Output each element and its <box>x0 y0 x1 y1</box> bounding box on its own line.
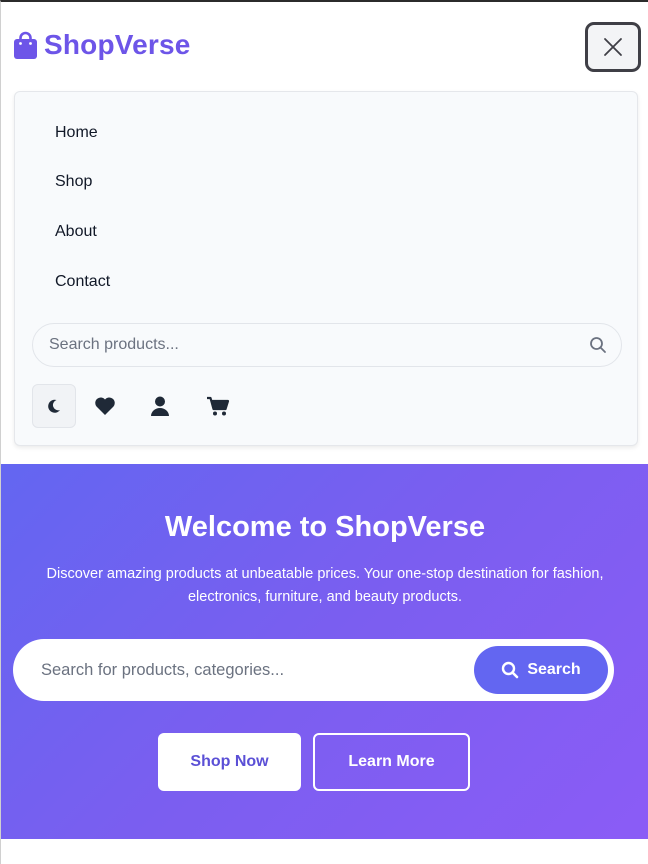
theme-toggle-button[interactable] <box>32 384 76 428</box>
hero-subtitle: Discover amazing products at unbeatable … <box>46 566 604 605</box>
close-icon <box>604 38 622 56</box>
account-button[interactable] <box>138 384 182 428</box>
hero-section: Welcome to ShopVerse Discover amazing pr… <box>1 464 648 839</box>
cart-icon <box>207 396 230 416</box>
wishlist-button[interactable] <box>83 384 127 428</box>
search-icon <box>502 661 519 679</box>
close-menu-button[interactable] <box>585 22 641 72</box>
mobile-menu: Home Shop About Contact <box>14 91 638 446</box>
menu-search <box>32 323 622 367</box>
hero-search-bar: Search <box>13 639 614 701</box>
nav-item-shop[interactable]: Shop <box>55 173 92 191</box>
nav-item-contact[interactable]: Contact <box>55 273 110 291</box>
cart-button[interactable] <box>196 384 240 428</box>
search-icon[interactable] <box>589 336 607 354</box>
shopping-bag-icon <box>14 31 37 59</box>
shop-now-button[interactable]: Shop Now <box>158 733 301 791</box>
hero-search-button[interactable]: Search <box>474 646 608 694</box>
brand-logo[interactable]: ShopVerse <box>13 29 191 61</box>
heart-icon <box>95 397 115 415</box>
nav-item-home[interactable]: Home <box>55 124 98 142</box>
learn-more-button[interactable]: Learn More <box>313 733 470 791</box>
moon-icon <box>48 399 60 413</box>
user-icon <box>151 396 169 416</box>
menu-search-input[interactable] <box>49 324 579 366</box>
nav-item-about[interactable]: About <box>55 223 97 241</box>
hero-title: Welcome to ShopVerse <box>164 511 486 543</box>
hero-search-input[interactable] <box>41 639 461 701</box>
hero-search-button-label: Search <box>527 661 581 678</box>
brand-name: ShopVerse <box>44 29 191 60</box>
page: ShopVerse Home Shop About Contact Search… <box>0 0 648 864</box>
header: ShopVerse <box>1 2 648 90</box>
